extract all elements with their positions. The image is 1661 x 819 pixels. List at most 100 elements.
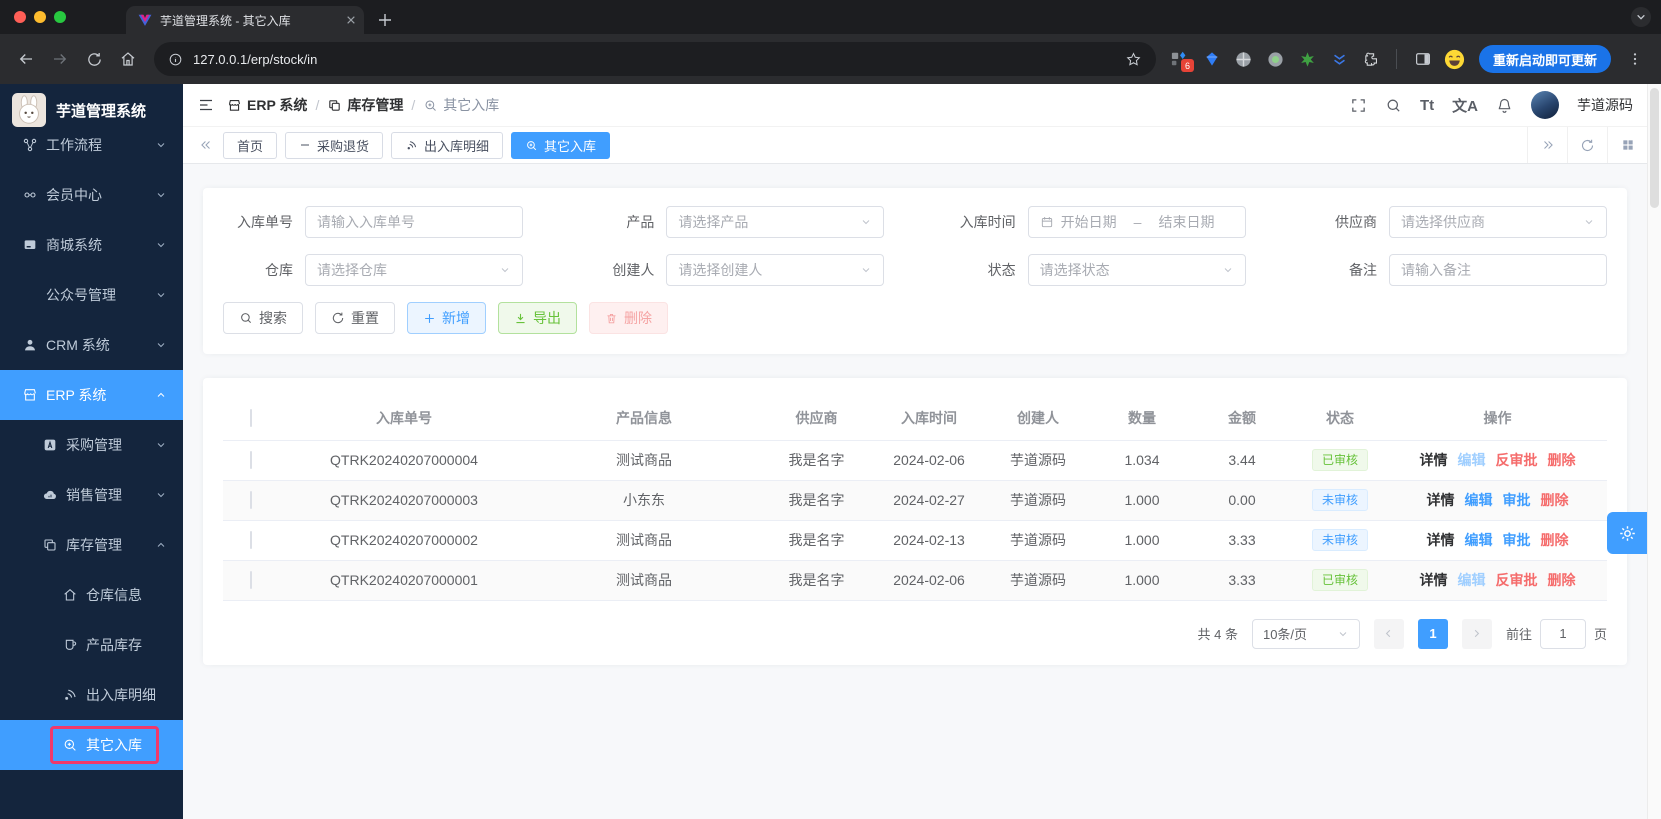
close-window-button[interactable]	[14, 11, 26, 23]
order-no-input[interactable]	[305, 206, 523, 238]
tabs-scroll-right-icon[interactable]	[1527, 127, 1567, 163]
end-date-placeholder[interactable]: 结束日期	[1158, 212, 1214, 232]
approve-action-link[interactable]: 审批	[1503, 490, 1531, 510]
unapprove-action-link[interactable]: 反审批	[1496, 570, 1538, 590]
url-text[interactable]: 127.0.0.1/erp/stock/in	[193, 52, 1108, 67]
maximize-window-button[interactable]	[54, 11, 66, 23]
sidebar-item-stock-management[interactable]: 库存管理	[0, 520, 183, 570]
date-range-picker[interactable]: 开始日期 – 结束日期	[1028, 206, 1246, 238]
notification-bell-icon[interactable]	[1496, 97, 1513, 114]
select-all-checkbox[interactable]	[250, 409, 252, 427]
detail-action-link[interactable]: 详情	[1420, 570, 1448, 590]
fullscreen-icon[interactable]	[1350, 97, 1367, 114]
star-extension-icon[interactable]	[1294, 45, 1322, 73]
delete-action-link[interactable]: 删除	[1541, 530, 1569, 550]
adblock-extension-icon[interactable]: 6	[1166, 45, 1194, 73]
delete-action-link[interactable]: 删除	[1548, 570, 1576, 590]
extensions-puzzle-icon[interactable]	[1358, 45, 1386, 73]
breadcrumb-item-stock[interactable]: 库存管理	[327, 95, 403, 115]
row-checkbox[interactable]	[250, 491, 252, 509]
current-page-button[interactable]: 1	[1418, 619, 1448, 649]
username[interactable]: 芋道源码	[1577, 95, 1633, 115]
row-checkbox[interactable]	[250, 531, 252, 549]
browser-tab[interactable]: 芋道管理系统 - 其它入库	[126, 6, 364, 34]
double-chevron-extension-icon[interactable]	[1326, 45, 1354, 73]
tab-home[interactable]: 首页	[223, 132, 277, 159]
edit-action-link[interactable]: 编辑	[1465, 530, 1493, 550]
warehouse-select[interactable]: 请选择仓库	[305, 254, 523, 286]
profile-emoji-avatar[interactable]	[1441, 45, 1469, 73]
tab-stock-record[interactable]: 出入库明细	[391, 132, 503, 159]
next-page-icon[interactable]	[1462, 619, 1492, 649]
edit-action-link[interactable]: 编辑	[1458, 570, 1486, 590]
address-bar[interactable]: 127.0.0.1/erp/stock/in	[154, 42, 1156, 76]
user-avatar[interactable]	[1531, 91, 1559, 119]
page-size-select[interactable]: 10条/页	[1252, 619, 1360, 649]
search-button[interactable]: 搜索	[223, 302, 303, 334]
font-size-icon[interactable]: Tt	[1420, 97, 1434, 114]
detail-action-link[interactable]: 详情	[1420, 450, 1448, 470]
sidebar-item-stock-record[interactable]: 出入库明细	[0, 670, 183, 720]
supplier-select[interactable]: 请选择供应商	[1389, 206, 1607, 238]
tabs-scroll-left-icon[interactable]	[193, 138, 219, 152]
refresh-tab-icon[interactable]	[1567, 127, 1607, 163]
sidebar-item-purchase-management[interactable]: 采购管理	[0, 420, 183, 470]
sidebar-item-product-stock[interactable]: 产品库存	[0, 620, 183, 670]
edit-action-link[interactable]: 编辑	[1458, 450, 1486, 470]
product-select[interactable]: 请选择产品	[666, 206, 884, 238]
sidebar-item-sales-management[interactable]: 销售管理	[0, 470, 183, 520]
minimize-window-button[interactable]	[34, 11, 46, 23]
status-select[interactable]: 请选择状态	[1028, 254, 1246, 286]
delete-action-link[interactable]: 删除	[1548, 450, 1576, 470]
reset-button[interactable]: 重置	[315, 302, 395, 334]
forward-icon[interactable]	[44, 43, 76, 75]
site-info-icon[interactable]	[168, 52, 183, 67]
row-checkbox[interactable]	[250, 451, 252, 469]
start-date-placeholder[interactable]: 开始日期	[1061, 212, 1117, 232]
menu-collapse-icon[interactable]	[197, 96, 215, 114]
tab-search-chevron-icon[interactable]	[1631, 7, 1651, 27]
unapprove-action-link[interactable]: 反审批	[1496, 450, 1538, 470]
sidebar-item-erp-system[interactable]: ERP 系统	[0, 370, 183, 420]
language-icon[interactable]: 文A	[1452, 95, 1478, 116]
creator-select[interactable]: 请选择创建人	[666, 254, 884, 286]
scrollbar-thumb[interactable]	[1650, 88, 1659, 208]
disabled-extension-icon-1[interactable]	[1230, 45, 1258, 73]
edit-action-link[interactable]: 编辑	[1465, 490, 1493, 510]
export-button[interactable]: 导出	[498, 302, 577, 334]
sidebar-item-member-center[interactable]: 会员中心	[0, 170, 183, 220]
gem-extension-icon[interactable]	[1198, 45, 1226, 73]
disabled-extension-icon-2[interactable]	[1262, 45, 1290, 73]
sidebar-item-crm-system[interactable]: CRM 系统	[0, 320, 183, 370]
approve-action-link[interactable]: 审批	[1503, 530, 1531, 550]
header-search-icon[interactable]	[1385, 97, 1402, 114]
row-checkbox[interactable]	[250, 571, 252, 589]
delete-action-link[interactable]: 删除	[1541, 490, 1569, 510]
sidebar-item-warehouse-info[interactable]: 仓库信息	[0, 570, 183, 620]
sidebar-item-other-stock-in[interactable]: 其它入库	[0, 720, 183, 770]
delete-button[interactable]: 删除	[589, 302, 668, 334]
browser-update-button[interactable]: 重新启动即可更新	[1479, 45, 1611, 73]
reload-icon[interactable]	[78, 43, 110, 75]
back-icon[interactable]	[10, 43, 42, 75]
sidebar-item-mp-management[interactable]: 公众号管理	[0, 270, 183, 320]
tab-close-icon[interactable]	[346, 15, 356, 25]
tab-purchase-return[interactable]: 采购退货	[285, 132, 383, 159]
detail-action-link[interactable]: 详情	[1427, 490, 1455, 510]
side-panel-icon[interactable]	[1407, 43, 1439, 75]
bookmark-star-icon[interactable]	[1118, 43, 1150, 75]
app-logo-row[interactable]: 芋道管理系统	[0, 84, 183, 136]
new-tab-button[interactable]	[378, 13, 392, 27]
tab-other-stock-in[interactable]: 其它入库	[511, 132, 610, 159]
add-button[interactable]: 新增	[407, 302, 486, 334]
home-icon[interactable]	[112, 43, 144, 75]
breadcrumb-item-erp[interactable]: ERP 系统	[227, 95, 307, 115]
sidebar-item-mall-system[interactable]: 商城系统	[0, 220, 183, 270]
browser-menu-kebab-icon[interactable]	[1619, 43, 1651, 75]
layout-grid-icon[interactable]	[1607, 127, 1647, 163]
theme-settings-button[interactable]	[1607, 512, 1647, 554]
detail-action-link[interactable]: 详情	[1427, 530, 1455, 550]
prev-page-icon[interactable]	[1374, 619, 1404, 649]
remark-input[interactable]	[1389, 254, 1607, 286]
page-scrollbar[interactable]	[1647, 84, 1661, 819]
